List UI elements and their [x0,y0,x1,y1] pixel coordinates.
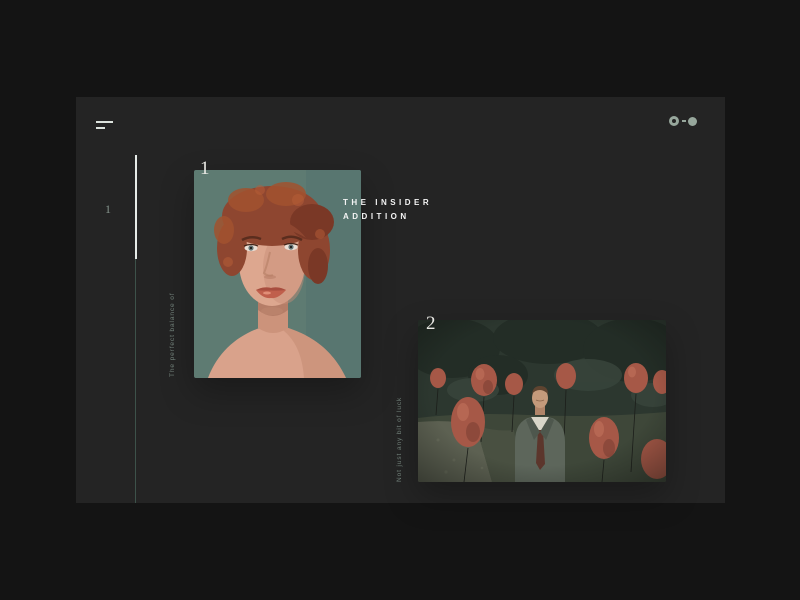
dot-icon [688,116,697,126]
card-2-image[interactable] [418,320,666,482]
card-2-number: 2 [426,313,436,334]
hamburger-menu-icon [96,121,113,123]
scroll-progress-track [134,155,137,503]
page-number: 1 [105,202,111,216]
card-1-caption: The perfect balance of [169,292,176,377]
scroll-progress-bar [134,155,137,259]
main-panel: 1 1 THE INSIDER ADDITION The perfect bal… [76,97,725,503]
page-background: 1 1 THE INSIDER ADDITION The perfect bal… [0,0,800,600]
card-1-title: THE INSIDER ADDITION [343,196,432,224]
card-1-title-line-2: ADDITION [343,212,410,221]
ring-icon [669,116,679,126]
connector-dash-icon [682,120,686,122]
logo[interactable] [669,116,697,126]
woman-portrait-illustration [194,170,361,378]
hamburger-menu-icon-short-bar [96,127,105,129]
card-1-title-line-1: THE INSIDER [343,198,433,207]
menu-button[interactable] [96,119,116,131]
card-1-number: 1 [200,158,210,179]
card-2-caption: Not just any bit of luck [396,396,403,482]
balloons-forest-illustration [418,320,666,482]
card-1-image[interactable] [194,170,361,378]
